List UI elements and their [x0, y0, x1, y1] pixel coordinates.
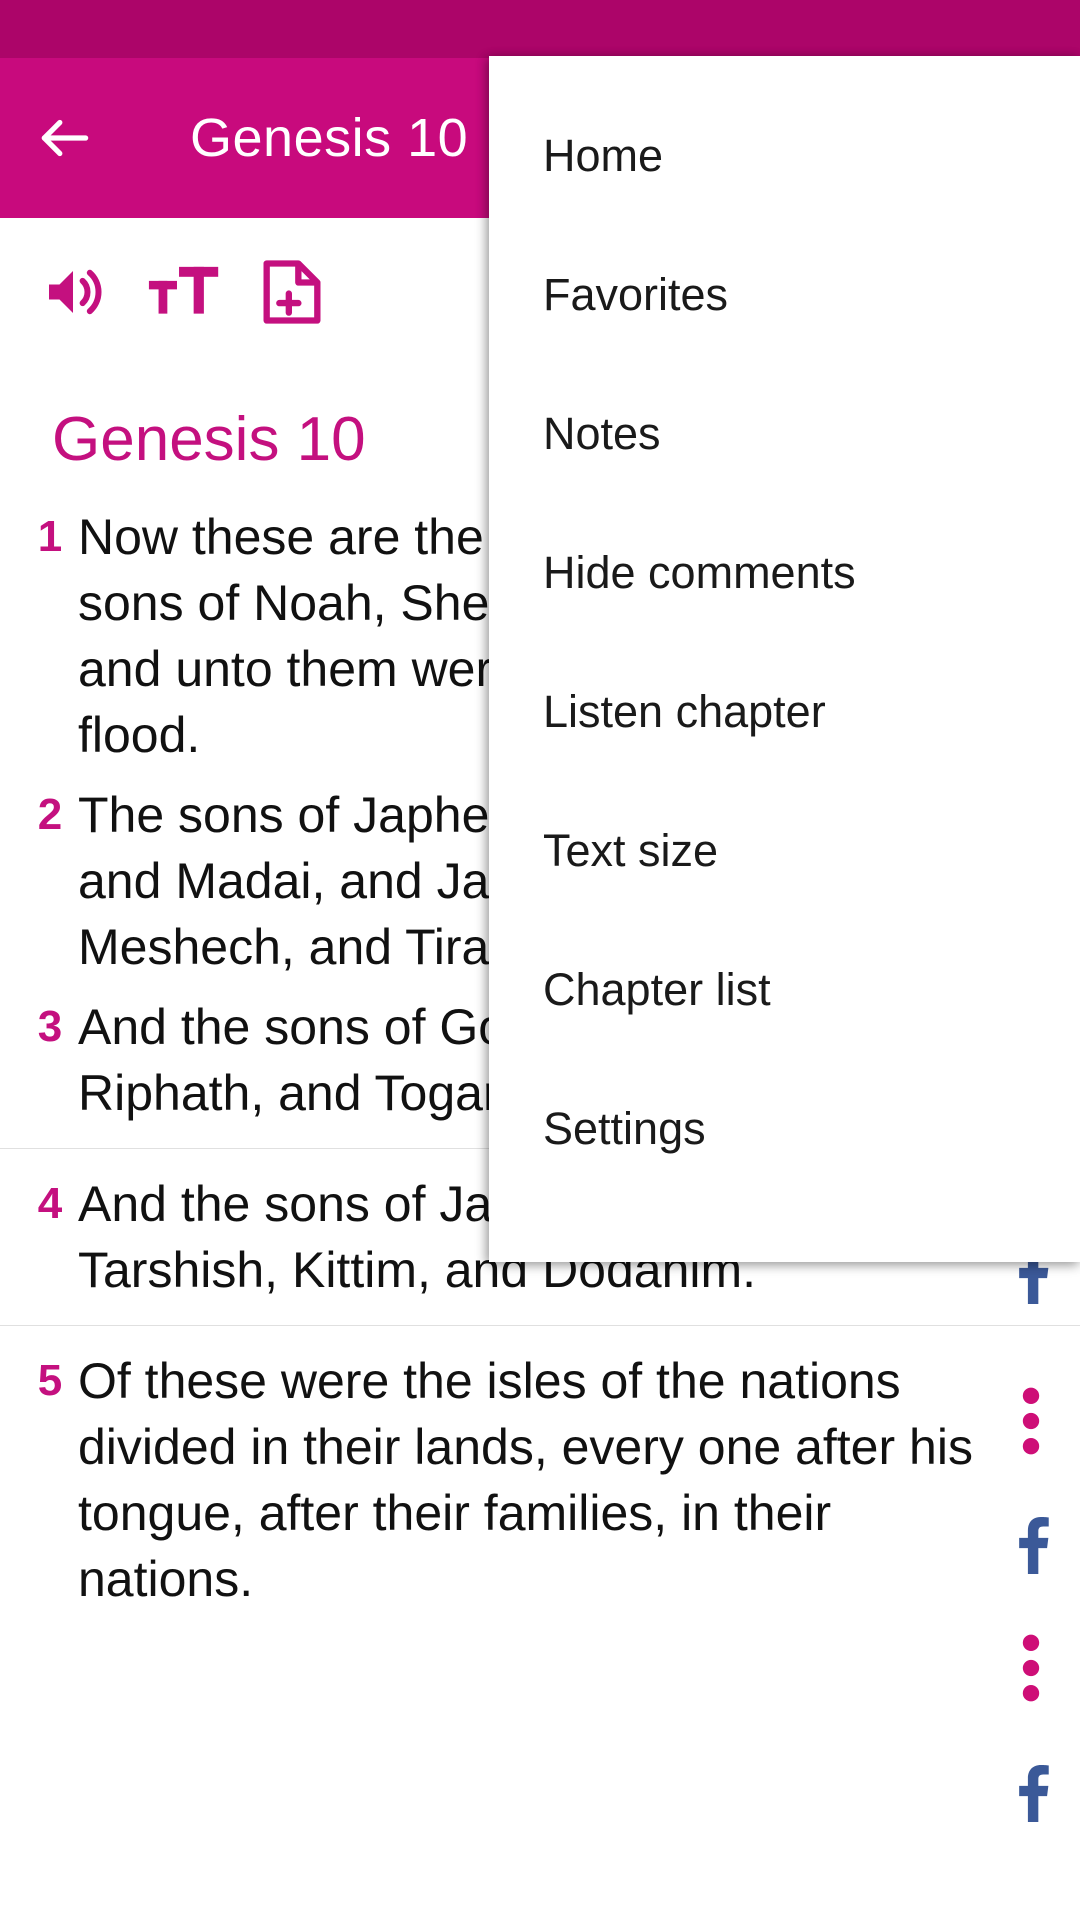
- verse-overflow-menu-icon: [1021, 1632, 1041, 1704]
- listen-chapter-button[interactable]: [22, 238, 130, 346]
- verse-number: 2: [37, 790, 63, 840]
- menu-item-label: Chapter list: [543, 963, 771, 1015]
- verse-number: 5: [37, 1356, 63, 1406]
- back-button[interactable]: [0, 58, 130, 218]
- menu-item-listen-chapter[interactable]: Listen chapter: [489, 642, 1080, 781]
- facebook-share-icon: [1003, 1760, 1059, 1822]
- menu-item-notes[interactable]: Notes: [489, 364, 1080, 503]
- menu-item-label: Favorites: [543, 268, 729, 320]
- verse-overflow-menu-button-1[interactable]: [988, 1378, 1074, 1464]
- menu-item-label: Text size: [543, 824, 719, 876]
- verse-divider: [0, 1325, 1080, 1327]
- text-size-button[interactable]: [130, 238, 238, 346]
- verse-number: 1: [37, 512, 63, 562]
- menu-item-chapter-list[interactable]: Chapter list: [489, 920, 1080, 1059]
- menu-item-label: Listen chapter: [543, 685, 826, 737]
- verse-row-5[interactable]: 5 Of these were the isles of the nations…: [0, 1348, 1080, 1612]
- menu-item-label: Notes: [543, 407, 661, 459]
- verse-text: Of these were the isles of the nations d…: [78, 1353, 973, 1608]
- verse-number: 4: [37, 1179, 63, 1229]
- menu-item-home[interactable]: Home: [489, 86, 1080, 225]
- arrow-left-icon: [34, 107, 96, 169]
- status-bar: [0, 0, 1080, 58]
- verse-overflow-menu-button-2[interactable]: [988, 1625, 1074, 1711]
- menu-item-label: Settings: [543, 1102, 706, 1154]
- facebook-share-icon: [1003, 1512, 1059, 1574]
- overflow-dropdown-menu[interactable]: Home Favorites Notes Hide comments Liste…: [489, 56, 1080, 1262]
- menu-item-favorites[interactable]: Favorites: [489, 225, 1080, 364]
- verse-overflow-menu-icon: [1021, 1385, 1041, 1457]
- volume-speaker-icon: [40, 256, 112, 328]
- page-title: Genesis 10: [190, 108, 469, 168]
- facebook-share-button-3[interactable]: [988, 1748, 1074, 1834]
- menu-item-label: Home: [543, 129, 664, 181]
- add-note-button[interactable]: [238, 238, 346, 346]
- text-size-icon: [146, 254, 222, 330]
- facebook-share-button-2[interactable]: [988, 1500, 1074, 1586]
- menu-item-text-size[interactable]: Text size: [489, 781, 1080, 920]
- menu-item-settings[interactable]: Settings: [489, 1059, 1080, 1198]
- menu-item-label: Hide comments: [543, 546, 856, 598]
- verse-number: 3: [37, 1002, 63, 1052]
- menu-item-hide-comments[interactable]: Hide comments: [489, 503, 1080, 642]
- add-note-document-icon: [254, 254, 330, 330]
- app-root: Genesis 10 Genesis 10 1 Now these are th…: [0, 0, 1080, 1920]
